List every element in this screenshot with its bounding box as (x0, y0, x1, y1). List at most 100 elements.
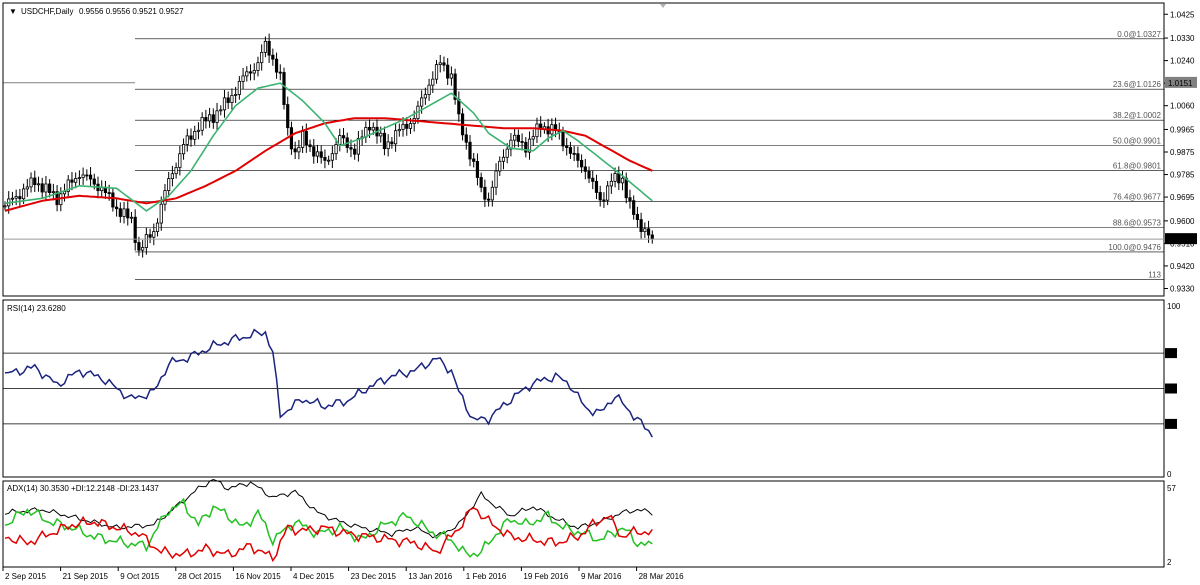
candle-body (330, 153, 334, 161)
candle-body (178, 153, 182, 168)
time-tick-label: 28 Oct 2015 (178, 572, 222, 581)
adx-tick-label: 57 (1167, 484, 1176, 493)
candle-body (382, 132, 387, 150)
fib-level-label: 0.0@1.0327 (1117, 30, 1161, 39)
time-tick-label: 4 Dec 2015 (293, 572, 334, 581)
candle-body (40, 183, 44, 193)
candle-body (531, 136, 535, 140)
candle-body (234, 94, 238, 96)
candle-body (576, 153, 580, 161)
price-tick-label: 0.9600 (1170, 217, 1195, 226)
candle-body (170, 173, 174, 180)
time-tick-label: 9 Mar 2016 (581, 572, 622, 581)
candle-body (580, 160, 584, 168)
candle-body (408, 123, 413, 129)
adx-tick-label: 2 (1167, 558, 1172, 567)
candle-body (468, 141, 472, 160)
rsi-tick-label: 70 (1167, 349, 1176, 358)
candle-body (434, 64, 439, 80)
rsi-tick-label: 100 (1167, 302, 1181, 311)
candle-body (646, 228, 651, 236)
candle-body (81, 174, 85, 178)
candle-body (472, 158, 476, 162)
candle-body (189, 135, 193, 140)
time-tick-label: 13 Jan 2016 (408, 572, 453, 581)
candle-body (74, 178, 78, 183)
candle-body (252, 70, 256, 74)
candle-body (118, 208, 122, 217)
candle-body (185, 135, 189, 145)
candle-body (308, 144, 312, 148)
ohlc-values: 0.9556 0.9556 0.9521 0.9527 (79, 7, 184, 16)
candle-body (115, 206, 119, 210)
candle-body (431, 78, 435, 86)
candle-body (215, 110, 219, 123)
rsi-title: RSI(14) 23.6280 (7, 304, 66, 313)
fib-price-label: 1.0151 (1168, 79, 1193, 88)
adx-title: ADX(14) 30.3530 +DI:12.2148 -DI:23.1437 (7, 484, 159, 493)
candle-body (367, 127, 372, 131)
fib-level-label: 100.0@0.9476 (1108, 243, 1161, 252)
price-tick-label: 1.0330 (1170, 34, 1195, 43)
candle-body (77, 177, 81, 179)
candle-body (505, 148, 509, 158)
candle-body (572, 152, 576, 155)
candle-body (617, 173, 621, 184)
time-tick-label: 9 Oct 2015 (120, 572, 160, 581)
candle-body (260, 51, 264, 64)
candle-body (438, 62, 442, 65)
candle-body (334, 144, 338, 155)
candle-body (141, 247, 145, 251)
time-tick-label: 21 Sep 2015 (63, 572, 109, 581)
candle-body (486, 198, 491, 201)
candle-body (289, 127, 294, 150)
candle-body (513, 134, 517, 141)
candle-body (144, 234, 148, 248)
candle-body (196, 129, 201, 132)
candle-body (278, 71, 282, 74)
candle-body (51, 191, 55, 194)
candle-body (18, 196, 22, 200)
candle-body (643, 228, 647, 233)
candle-body (386, 141, 390, 150)
candle-body (29, 177, 33, 188)
price-tick-label: 1.0425 (1170, 10, 1195, 19)
candle-body (33, 177, 37, 185)
fib-level-label: 38.2@1.0002 (1113, 111, 1162, 120)
candle-body (353, 148, 357, 155)
price-tick-label: 0.9875 (1170, 148, 1195, 157)
adx-panel[interactable]: ADX(14) 30.3530 +DI:12.2148 -DI:23.1437 (2, 478, 1165, 568)
candle-body (21, 188, 26, 200)
price-panel[interactable]: 0.0@1.0327 23.6@1.0126 38.2@1.0002 50.0@0.9… (2, 2, 1165, 297)
candle-body (516, 134, 520, 142)
candle-body (193, 130, 197, 140)
candle-body (129, 216, 134, 219)
candle-body (568, 147, 573, 154)
fib-level-label: 23.6@1.0126 (1113, 80, 1162, 89)
candle-body (479, 177, 483, 188)
candle-body (263, 40, 268, 53)
chart-window[interactable]: 0.0@1.0327 23.6@1.0126 38.2@1.0002 50.0@0.9… (0, 0, 1200, 585)
candle-body (44, 183, 48, 193)
candle-body (293, 148, 297, 153)
candle-body (282, 72, 286, 105)
candle-body (230, 94, 234, 103)
symbol-dropdown-icon[interactable]: ▼ (9, 7, 17, 16)
candle-body (327, 159, 331, 162)
candle-body (256, 62, 260, 71)
candle-body (85, 174, 89, 177)
candle-body (25, 186, 29, 190)
candle-body (494, 170, 498, 188)
candle-body (535, 123, 539, 138)
candle-body (423, 94, 427, 99)
candle-body (594, 180, 599, 193)
candle-body (92, 178, 96, 185)
candle-body (319, 151, 323, 158)
price-tick-label: 0.9965 (1170, 125, 1195, 134)
candle-body (464, 134, 468, 143)
candle-body (315, 151, 320, 157)
candle-body (390, 141, 394, 145)
rsi-panel[interactable]: RSI(14) 23.6280 (2, 299, 1165, 478)
candle-body (401, 123, 405, 130)
candle-body (624, 177, 628, 199)
